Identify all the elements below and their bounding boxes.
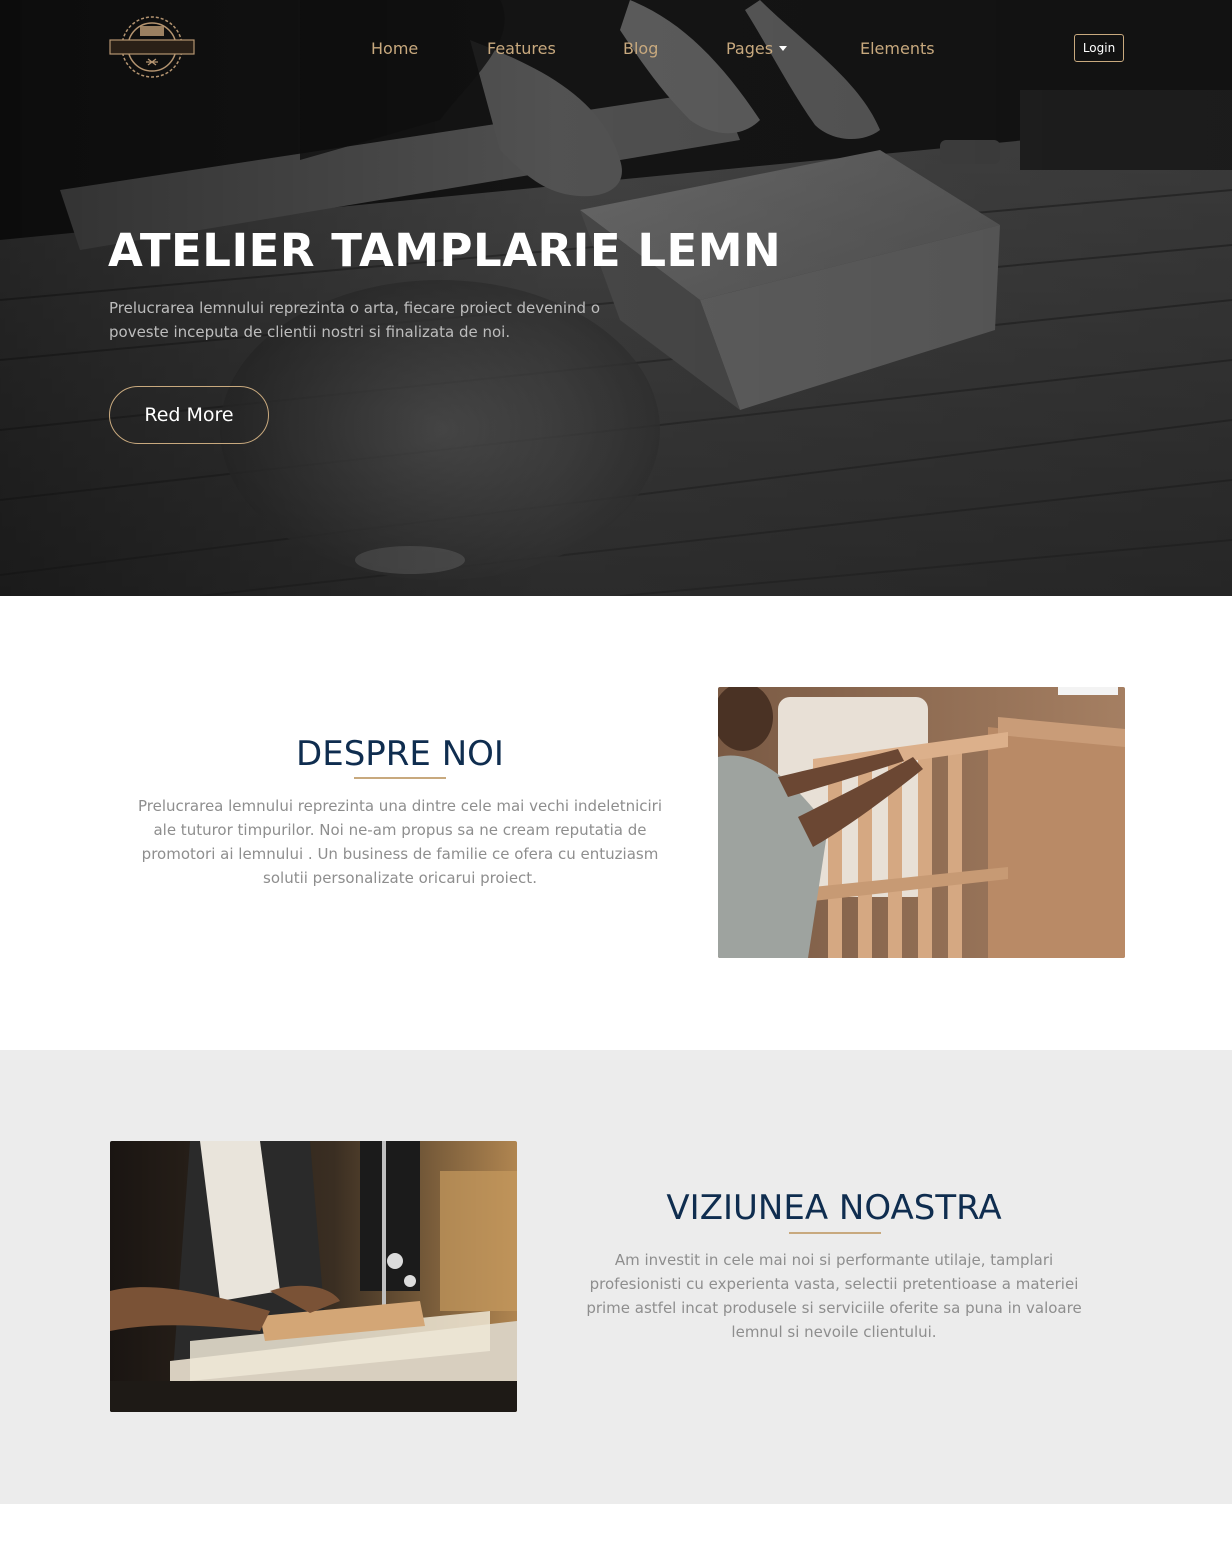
vision-description: Am investit in cele mai noi si performan…: [586, 1251, 1082, 1341]
vision-image: [110, 1141, 517, 1412]
vision-section: VIZIUNEA NOASTRA Am investit in cele mai…: [0, 1050, 1232, 1504]
nav-item-pages-label: Pages: [726, 39, 774, 58]
read-more-button[interactable]: Red More: [109, 386, 269, 444]
page-bottom-spacer: [0, 1504, 1232, 1568]
nav-item-features[interactable]: Features: [487, 36, 556, 62]
chevron-down-icon: [779, 46, 788, 51]
vision-title: VIZIUNEA NOASTRA: [666, 1188, 1002, 1228]
nav-item-pages[interactable]: Pages: [726, 36, 788, 62]
vision-title-underline: [789, 1232, 881, 1234]
nav-item-elements[interactable]: Elements: [860, 36, 935, 62]
login-button[interactable]: Login: [1074, 34, 1124, 62]
about-title-underline: [354, 777, 446, 779]
about-image: [718, 687, 1125, 958]
hero-title: ATELIER TAMPLARIE LEMN: [108, 224, 782, 277]
nav-item-blog[interactable]: Blog: [623, 36, 658, 62]
main-navigation: Home Features Blog Pages Elements: [0, 36, 1232, 62]
about-title: DESPRE NOI: [296, 734, 504, 774]
hero-description: Prelucrarea lemnului reprezinta o arta, …: [109, 299, 601, 341]
nav-item-home[interactable]: Home: [371, 36, 418, 62]
hero-section: Home Features Blog Pages Elements Login …: [0, 0, 1232, 596]
about-section: DESPRE NOI Prelucrarea lemnului reprezin…: [0, 596, 1232, 1050]
about-description: Prelucrarea lemnului reprezinta una dint…: [137, 797, 662, 887]
carpenter-furniture-photo: [718, 687, 1125, 958]
bandsaw-cutting-photo: [110, 1141, 517, 1412]
